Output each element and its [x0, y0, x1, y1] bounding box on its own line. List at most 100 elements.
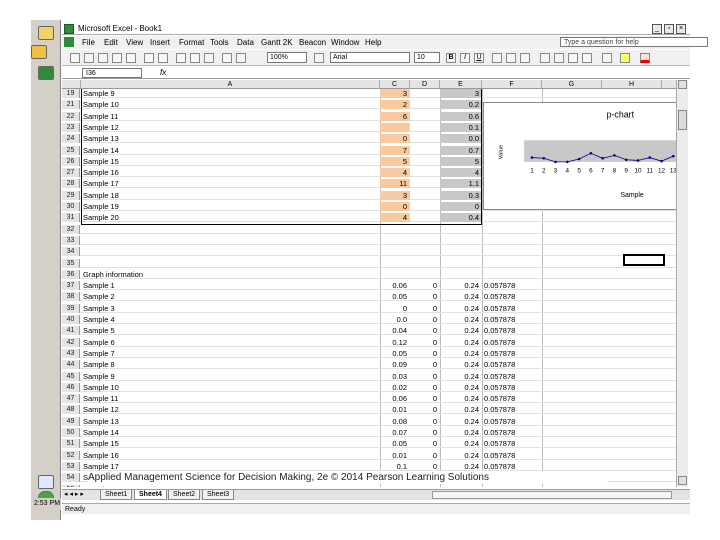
- row-number[interactable]: 41: [62, 326, 80, 336]
- cell-ucl[interactable]: 0.24: [440, 405, 482, 414]
- cell-proportion[interactable]: 0.08: [380, 417, 410, 426]
- cell-proportion[interactable]: 0.02: [380, 383, 410, 392]
- cell-center-line[interactable]: 0.057878: [482, 304, 542, 313]
- row-number[interactable]: 48: [62, 405, 80, 415]
- row-number[interactable]: 25: [62, 145, 80, 155]
- cell-proportion[interactable]: 0.01: [380, 405, 410, 414]
- cell-lcl[interactable]: 0: [410, 326, 440, 335]
- font-color-icon[interactable]: [640, 53, 650, 63]
- menu-beacon[interactable]: Beacon: [299, 37, 326, 48]
- cell-ucl[interactable]: 0.24: [440, 383, 482, 392]
- cell-center-line[interactable]: 0.057878: [482, 451, 542, 460]
- cell-ucl[interactable]: 0.24: [440, 462, 482, 471]
- cell-lcl[interactable]: 0: [410, 417, 440, 426]
- select-all-corner[interactable]: [62, 80, 81, 89]
- align-left-icon[interactable]: [492, 53, 502, 63]
- menu-tools[interactable]: Tools: [210, 37, 229, 48]
- cell-ucl[interactable]: 0.24: [440, 315, 482, 324]
- menu-format[interactable]: Format: [179, 37, 204, 48]
- help-search-input[interactable]: Type a question for help: [560, 37, 708, 47]
- cell-center-line[interactable]: 0.057878: [482, 281, 542, 290]
- cell-proportion[interactable]: 0.06: [380, 394, 410, 403]
- open-icon[interactable]: [84, 53, 94, 63]
- row-number[interactable]: 55: [62, 484, 80, 487]
- cell-center-line[interactable]: 0.057878: [482, 485, 542, 488]
- cell-center-line[interactable]: 0.057878: [482, 349, 542, 358]
- cell-center-line[interactable]: 0.057878: [482, 360, 542, 369]
- row-number[interactable]: 19: [62, 89, 80, 98]
- column-header-d[interactable]: D: [410, 80, 440, 89]
- column-header-g[interactable]: G: [542, 80, 602, 89]
- cell-proportion[interactable]: 0.01: [380, 451, 410, 460]
- menu-help[interactable]: Help: [365, 37, 381, 48]
- column-header-a[interactable]: A: [81, 80, 380, 89]
- email-icon[interactable]: [112, 53, 122, 63]
- save-icon[interactable]: [98, 53, 108, 63]
- cell-ucl[interactable]: 0.24: [440, 439, 482, 448]
- scroll-thumb[interactable]: [678, 110, 687, 130]
- tab-sheet4[interactable]: Sheet4: [134, 490, 167, 500]
- row-number[interactable]: 31: [62, 213, 80, 223]
- horizontal-scrollbar[interactable]: [432, 491, 672, 499]
- cell-proportion[interactable]: 0.09: [380, 360, 410, 369]
- cell-sample-name[interactable]: Sample 8: [81, 360, 401, 369]
- row-number[interactable]: 27: [62, 168, 80, 178]
- cell-lcl[interactable]: 0: [410, 462, 440, 471]
- cell-proportion[interactable]: 0.04: [380, 326, 410, 335]
- cell-center-line[interactable]: 0.057878: [482, 326, 542, 335]
- cell-sample-name[interactable]: Sample 2: [81, 292, 401, 301]
- row-number[interactable]: 32: [62, 224, 80, 234]
- copy-icon[interactable]: [190, 53, 200, 63]
- cell-center-line[interactable]: 0.057878: [482, 372, 542, 381]
- name-box[interactable]: I36: [82, 68, 142, 78]
- italic-button[interactable]: I: [460, 53, 470, 63]
- cell-ucl[interactable]: 0.24: [440, 338, 482, 347]
- row-number[interactable]: 42: [62, 337, 80, 347]
- row-number[interactable]: 43: [62, 348, 80, 358]
- cell-ucl[interactable]: 0.24: [440, 292, 482, 301]
- row-number[interactable]: 44: [62, 360, 80, 370]
- increase-decimal-icon[interactable]: [568, 53, 578, 63]
- borders-icon[interactable]: [602, 53, 612, 63]
- cell-ucl[interactable]: 0.24: [440, 417, 482, 426]
- cell-ucl[interactable]: 0.24: [440, 360, 482, 369]
- menu-data[interactable]: Data: [237, 37, 254, 48]
- row-number[interactable]: 49: [62, 416, 80, 426]
- cell-ucl[interactable]: 0.24: [440, 372, 482, 381]
- cell-lcl[interactable]: 0: [410, 338, 440, 347]
- align-center-icon[interactable]: [506, 53, 516, 63]
- cell-graph-header[interactable]: Graph information: [81, 270, 401, 279]
- new-icon[interactable]: [70, 53, 80, 63]
- close-button[interactable]: ×: [676, 24, 686, 34]
- cell-proportion[interactable]: 0.07: [380, 428, 410, 437]
- cell-sample-name[interactable]: Sample 17: [81, 462, 401, 471]
- row-number[interactable]: 28: [62, 179, 80, 189]
- cell-lcl[interactable]: 0: [410, 372, 440, 381]
- menu-view[interactable]: View: [126, 37, 143, 48]
- cell-lcl[interactable]: 0: [410, 439, 440, 448]
- row-number[interactable]: 24: [62, 134, 80, 144]
- selected-cell[interactable]: [623, 254, 665, 266]
- cell-lcl[interactable]: 0: [410, 485, 440, 488]
- cell-ucl[interactable]: 0.24: [440, 485, 482, 488]
- preview-icon[interactable]: [144, 53, 154, 63]
- font-select[interactable]: Arial: [330, 52, 410, 63]
- row-number[interactable]: 35: [62, 258, 80, 268]
- redo-icon[interactable]: [236, 53, 246, 63]
- p-chart[interactable]: p-chart Value Sample 1 2 3 4 5 6 7 8 9 10 11 12 13: [483, 102, 686, 210]
- font-size-select[interactable]: 10: [414, 52, 440, 63]
- excel-icon[interactable]: [38, 66, 54, 80]
- row-number[interactable]: 29: [62, 190, 80, 200]
- print-icon[interactable]: [126, 53, 136, 63]
- row-number[interactable]: 37: [62, 281, 80, 291]
- cell-center-line[interactable]: 0.057878: [482, 394, 542, 403]
- row-number[interactable]: 40: [62, 315, 80, 324]
- cell-lcl[interactable]: 0: [410, 304, 440, 313]
- zoom-select[interactable]: 100%: [267, 52, 307, 63]
- cut-icon[interactable]: [176, 53, 186, 63]
- decrease-decimal-icon[interactable]: [582, 53, 592, 63]
- cell-ucl[interactable]: 0.24: [440, 394, 482, 403]
- underline-button[interactable]: U: [474, 53, 484, 63]
- paste-icon[interactable]: [204, 53, 214, 63]
- minimize-button[interactable]: _: [652, 24, 662, 34]
